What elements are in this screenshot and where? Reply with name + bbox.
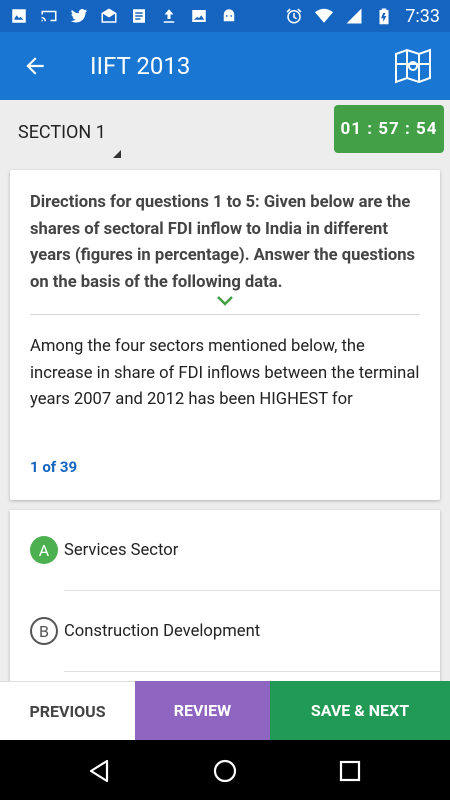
option-b[interactable]: B Construction Development	[10, 591, 440, 671]
dropdown-caret-icon[interactable]	[113, 150, 121, 158]
recents-square-icon[interactable]	[337, 758, 363, 784]
back-button[interactable]	[0, 32, 70, 100]
review-button[interactable]: REVIEW	[135, 681, 270, 740]
section-selector[interactable]: SECTION 1	[18, 122, 106, 143]
alarm-icon	[286, 8, 302, 24]
twitter-icon	[70, 9, 88, 23]
upload-icon	[163, 9, 175, 23]
option-letter: B	[30, 617, 58, 645]
mail-icon	[101, 8, 117, 23]
question-text: Among the four sectors mentioned below, …	[30, 337, 420, 409]
cast-icon	[41, 10, 57, 22]
gallery-icon	[12, 9, 26, 23]
battery-icon	[379, 8, 389, 25]
options-card: A Services Sector B Construction Develop…	[10, 510, 440, 700]
question-directions: Directions for questions 1 to 5: Given b…	[30, 193, 416, 292]
previous-button[interactable]: PREVIOUS	[0, 681, 135, 740]
divider	[64, 671, 440, 672]
image-icon	[192, 10, 206, 22]
notes-icon	[133, 9, 145, 23]
save-next-button[interactable]: SAVE & NEXT	[270, 681, 450, 740]
signal-icon	[346, 8, 362, 24]
home-circle-icon[interactable]	[212, 758, 238, 784]
option-text: Services Sector	[64, 540, 179, 560]
navigation-bar	[0, 740, 450, 800]
option-letter: A	[30, 536, 58, 564]
option-text: Construction Development	[64, 621, 261, 641]
question-counter: 1 of 39	[30, 458, 78, 476]
back-triangle-icon[interactable]	[87, 758, 113, 784]
page-title: IIFT 2013	[90, 52, 191, 80]
timer-badge: 01 : 57 : 54	[334, 105, 444, 153]
wifi-icon	[315, 8, 334, 23]
option-a[interactable]: A Services Sector	[10, 510, 440, 590]
chevron-down-icon[interactable]	[216, 294, 234, 308]
map-icon[interactable]	[394, 48, 432, 84]
app-bar: IIFT 2013	[0, 32, 450, 100]
divider	[30, 314, 420, 315]
arrow-back-icon	[26, 57, 44, 75]
action-bar: PREVIOUS REVIEW SAVE & NEXT	[0, 681, 450, 740]
status-bar: 7:33	[0, 0, 450, 32]
question-card: Directions for questions 1 to 5: Given b…	[10, 170, 440, 500]
status-time: 7:33	[405, 5, 440, 27]
android-icon	[223, 8, 235, 22]
section-row: SECTION 1 01 : 57 : 54	[0, 100, 450, 170]
